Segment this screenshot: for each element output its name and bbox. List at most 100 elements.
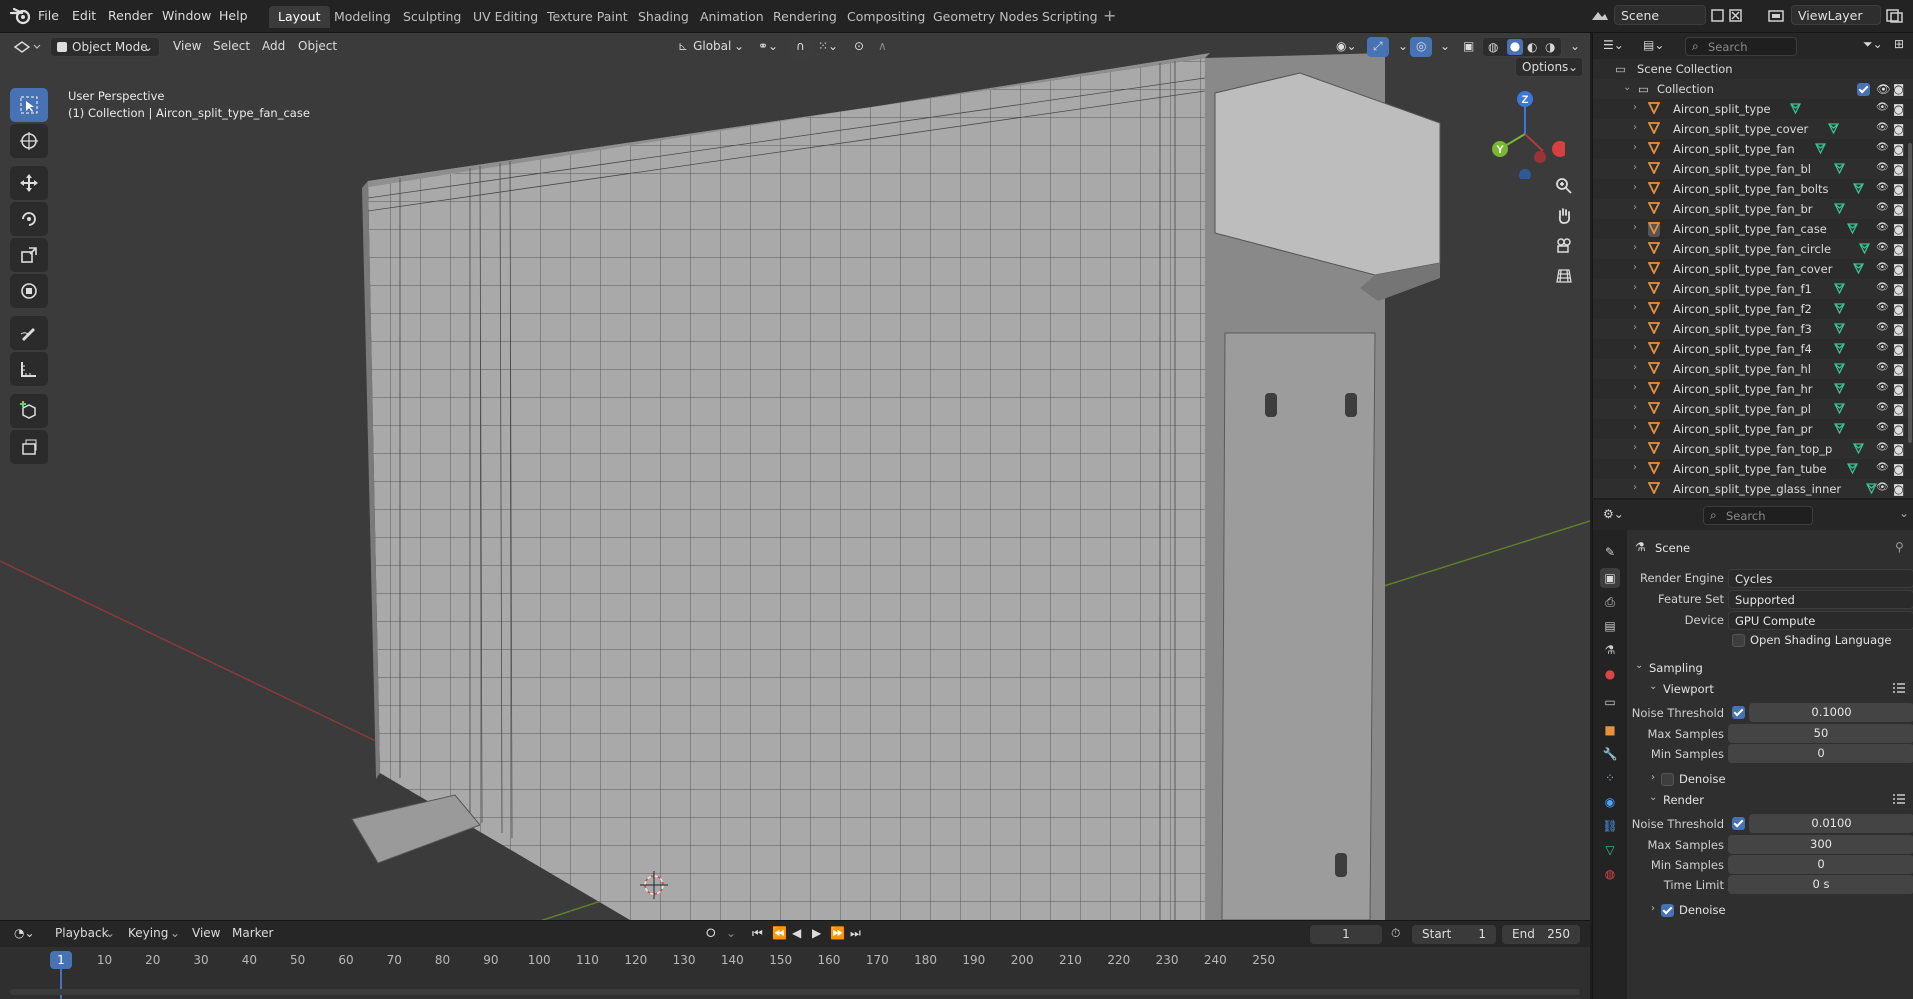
auto-keying-icon[interactable]: ⭘ [706, 926, 716, 941]
vertex-group-icon[interactable] [1827, 123, 1839, 137]
vertex-group-icon[interactable] [1853, 263, 1865, 277]
wireframe-shading-icon[interactable]: ◍ [1488, 40, 1498, 54]
blender-logo-icon[interactable] [10, 6, 32, 26]
transform-orientation-selector[interactable]: ⊾ Global ⌄ [672, 37, 748, 57]
constraints-tab-icon[interactable]: ⛓ [1600, 816, 1620, 836]
viewport-subpanel-header[interactable]: Viewport [1663, 682, 1714, 696]
chevron-right-icon[interactable]: › [1633, 202, 1637, 213]
menu-edit[interactable]: Edit [72, 8, 96, 23]
proportional-editing-icon[interactable]: ⊙ [848, 37, 870, 57]
tool-tab-icon[interactable]: ✎ [1600, 542, 1620, 562]
camera-icon[interactable]: ◙ [1893, 422, 1904, 436]
menu-view[interactable]: View [192, 926, 220, 940]
camera-icon[interactable]: ◙ [1893, 82, 1904, 96]
chevron-down-icon[interactable]: ⌄ [1899, 506, 1909, 520]
material-tab-icon[interactable]: ◍ [1600, 864, 1620, 884]
outliner-scrollbar[interactable] [1908, 143, 1912, 443]
transform-tool[interactable] [10, 274, 48, 308]
vp-denoise-label[interactable]: Denoise [1679, 772, 1726, 786]
eye-icon[interactable]: 👁 [1876, 402, 1889, 413]
outliner-item[interactable]: › Aircon_split_type_fan_br 👁 ◙ [1593, 199, 1913, 219]
chevron-right-icon[interactable]: › [1633, 482, 1637, 493]
eye-icon[interactable]: 👁 [1876, 202, 1889, 213]
tab-animation[interactable]: Animation [691, 6, 773, 28]
vertex-group-icon[interactable] [1846, 463, 1858, 477]
scene-icon[interactable] [1590, 8, 1610, 24]
camera-icon[interactable]: ◙ [1893, 302, 1904, 316]
play-reverse-icon[interactable]: ◀ [792, 926, 801, 940]
viewport-scene[interactable] [0, 33, 1590, 920]
outliner-item[interactable]: › Aircon_split_type_fan_top_p 👁 ◙ [1593, 439, 1913, 459]
eye-icon[interactable]: 👁 [1876, 82, 1891, 96]
current-frame-field[interactable]: 1 [1310, 925, 1382, 944]
eye-icon[interactable]: 👁 [1876, 142, 1889, 153]
r-adaptive-sampling-checkbox[interactable] [1732, 817, 1745, 830]
chevron-right-icon[interactable]: › [1633, 462, 1637, 473]
camera-icon[interactable]: ◙ [1893, 102, 1904, 116]
chevron-right-icon[interactable]: › [1651, 772, 1655, 783]
menu-marker[interactable]: Marker [232, 926, 273, 940]
properties-editor-icon[interactable]: ⚙⌄ [1603, 507, 1624, 521]
overlays-dropdown-icon[interactable]: ⌄ [1434, 37, 1456, 57]
camera-icon[interactable]: ◙ [1893, 282, 1904, 296]
camera-icon[interactable]: ◙ [1893, 142, 1904, 156]
jump-end-icon[interactable]: ⏭ [850, 926, 861, 941]
eye-icon[interactable]: 👁 [1876, 182, 1889, 193]
mode-selector[interactable]: Object Mode ⌄ [50, 37, 160, 57]
vertex-group-icon[interactable] [1834, 303, 1846, 317]
view-layer-icon[interactable] [1767, 8, 1787, 24]
feature-set-dropdown[interactable]: Supported [1728, 590, 1913, 609]
r-time-limit-field[interactable]: 0 s [1728, 875, 1913, 894]
chevron-right-icon[interactable]: › [1633, 362, 1637, 373]
eye-icon[interactable]: 👁 [1876, 482, 1889, 493]
eye-icon[interactable]: 👁 [1876, 322, 1889, 333]
camera-icon[interactable]: ◙ [1893, 462, 1904, 476]
scene-tab-icon[interactable]: ⚗ [1600, 640, 1620, 660]
output-tab-icon[interactable]: ⎙ [1600, 592, 1620, 612]
chevron-down-icon[interactable]: ⌄ [1649, 792, 1657, 803]
end-frame-field[interactable]: End 250 [1502, 925, 1580, 944]
r-max-samples-field[interactable]: 300 [1728, 835, 1913, 854]
view-layer-tab-icon[interactable]: ▤ [1600, 616, 1620, 636]
chevron-right-icon[interactable]: › [1633, 222, 1637, 233]
editor-type-icon[interactable] [12, 39, 42, 55]
menu-view[interactable]: View [167, 37, 207, 57]
vertex-group-icon[interactable] [1834, 283, 1846, 297]
camera-icon[interactable]: ◙ [1893, 162, 1904, 176]
solid-shading-icon[interactable]: ● [1507, 39, 1523, 55]
chevron-right-icon[interactable]: › [1633, 342, 1637, 353]
measure-tool[interactable] [10, 352, 48, 386]
vertex-group-icon[interactable] [1853, 443, 1865, 457]
tab-scripting[interactable]: Scripting [1033, 6, 1107, 28]
add-cube-tool[interactable] [10, 394, 48, 428]
outliner-item[interactable]: › Aircon_split_type_fan_f2 👁 ◙ [1593, 299, 1913, 319]
presets-list-icon[interactable] [1892, 682, 1906, 694]
menu-file[interactable]: File [38, 8, 59, 23]
eye-icon[interactable]: 👁 [1876, 222, 1889, 233]
tab-modeling[interactable]: Modeling [325, 6, 400, 28]
rotate-tool[interactable] [10, 202, 48, 236]
camera-icon[interactable]: ◙ [1893, 442, 1904, 456]
collection-exclude-checkbox[interactable] [1857, 83, 1870, 96]
menu-window[interactable]: Window [162, 8, 211, 23]
collection-row[interactable]: ⌄ ▭ Collection 👁 ◙ [1593, 79, 1913, 99]
chevron-right-icon[interactable]: › [1633, 442, 1637, 453]
camera-icon[interactable]: ◙ [1893, 482, 1904, 496]
render-tab-icon[interactable]: ▣ [1600, 568, 1620, 588]
vertex-group-icon[interactable] [1834, 363, 1846, 377]
camera-icon[interactable]: ◙ [1893, 382, 1904, 396]
outliner-item[interactable]: › Aircon_split_type_fan_hr 👁 ◙ [1593, 379, 1913, 399]
tab-shading[interactable]: Shading [629, 6, 698, 28]
vertex-group-icon[interactable] [1853, 183, 1865, 197]
camera-icon[interactable]: ◙ [1893, 182, 1904, 196]
eye-icon[interactable]: 👁 [1876, 442, 1889, 453]
menu-object[interactable]: Object [292, 37, 343, 57]
chevron-right-icon[interactable]: › [1633, 402, 1637, 413]
camera-icon[interactable]: ◙ [1893, 242, 1904, 256]
vertex-group-icon[interactable] [1834, 383, 1846, 397]
display-mode-icon[interactable]: ▤⌄ [1643, 38, 1664, 52]
scale-tool[interactable] [10, 238, 48, 272]
prev-keyframe-icon[interactable]: ⏪ [772, 926, 787, 940]
r-min-samples-field[interactable]: 0 [1728, 855, 1913, 874]
shading-dropdown-icon[interactable]: ⌄ [1564, 37, 1586, 57]
